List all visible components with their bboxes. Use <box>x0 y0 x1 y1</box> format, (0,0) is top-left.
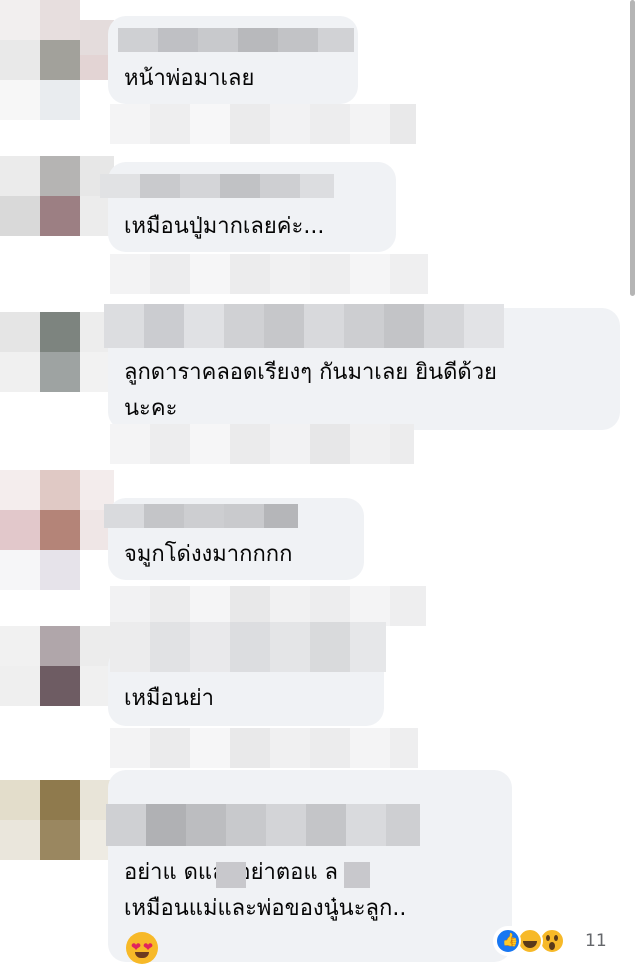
redaction-block <box>344 862 370 888</box>
avatar[interactable] <box>0 626 114 746</box>
comment-5: เหมือนย่า <box>0 620 640 770</box>
comment-1: หน้าพ่อมาเลย <box>0 0 640 150</box>
comment-2: เหมือนปู่มากเลยค่ะ... <box>0 150 640 300</box>
comment-actions-blurred[interactable] <box>110 254 428 294</box>
heart-eyes-icon: ❤ ❤ <box>126 932 158 964</box>
comment-text: จมูกโด่งงมากกกก <box>124 542 293 567</box>
commenter-name-blurred[interactable] <box>118 28 354 52</box>
comment-actions-blurred[interactable] <box>110 424 414 464</box>
commenter-name-blurred[interactable] <box>100 174 334 198</box>
like-icon: 👍 <box>495 928 521 954</box>
comment-text: เหมือนปู่มากเลยค่ะ... <box>124 214 325 239</box>
comment-4: จมูกโด่งงมากกกก <box>0 470 640 626</box>
commenter-name-blurred[interactable] <box>110 622 386 672</box>
avatar[interactable] <box>0 156 114 276</box>
commenter-name-blurred[interactable] <box>106 804 420 846</box>
reaction-summary[interactable]: 👍 11 <box>493 926 613 956</box>
avatar[interactable] <box>0 780 114 860</box>
comment-actions-blurred[interactable] <box>110 104 416 144</box>
avatar[interactable] <box>0 312 114 432</box>
reaction-count: 11 <box>585 931 607 951</box>
comment-text-line-2: นะคะ <box>124 396 178 421</box>
comment-actions-blurred[interactable] <box>110 728 418 768</box>
avatar[interactable] <box>0 470 114 590</box>
commenter-name-blurred[interactable] <box>104 304 544 348</box>
avatar[interactable] <box>0 0 114 120</box>
comment-text: หน้าพ่อมาเลย <box>124 66 255 91</box>
comment-text-line-2: เหมือนแม่และพ่อของนู๋นะลูก.. <box>124 896 407 921</box>
comment-3: ลูกดาราคลอดเรียงๆ กันมาเลย ยินดีด้วย นะค… <box>0 300 640 470</box>
comment-text-line-1: ลูกดาราคลอดเรียงๆ กันมาเลย ยินดีด้วย <box>124 360 497 385</box>
scrollbar[interactable] <box>630 0 635 296</box>
comment-text: เหมือนย่า <box>124 686 215 711</box>
commenter-name-blurred[interactable] <box>104 504 298 528</box>
redaction-block <box>216 862 246 888</box>
